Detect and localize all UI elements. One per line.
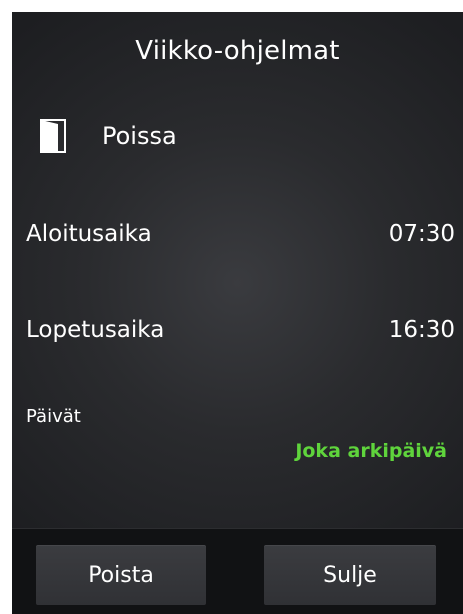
close-button[interactable]: Sulje bbox=[264, 545, 436, 605]
weekly-program-screen: Viikko-ohjelmat Poissa Aloitusaika 07:30… bbox=[12, 12, 463, 614]
start-time-value: 07:30 bbox=[388, 221, 455, 247]
end-time-label: Lopetusaika bbox=[26, 317, 165, 343]
screen-title: Viikko-ohjelmat bbox=[135, 36, 340, 66]
days-label: Päivät bbox=[26, 406, 81, 427]
end-time-value: 16:30 bbox=[388, 317, 455, 343]
door-icon bbox=[40, 119, 66, 153]
bottom-bar: Poista Sulje bbox=[12, 528, 463, 614]
mode-label: Poissa bbox=[102, 122, 177, 150]
start-time-label: Aloitusaika bbox=[26, 221, 152, 247]
mode-row[interactable]: Poissa bbox=[40, 116, 177, 156]
end-time-row[interactable]: Lopetusaika 16:30 bbox=[26, 310, 455, 350]
start-time-row[interactable]: Aloitusaika 07:30 bbox=[26, 214, 455, 254]
days-value[interactable]: Joka arkipäivä bbox=[295, 440, 447, 462]
delete-button[interactable]: Poista bbox=[36, 545, 206, 605]
